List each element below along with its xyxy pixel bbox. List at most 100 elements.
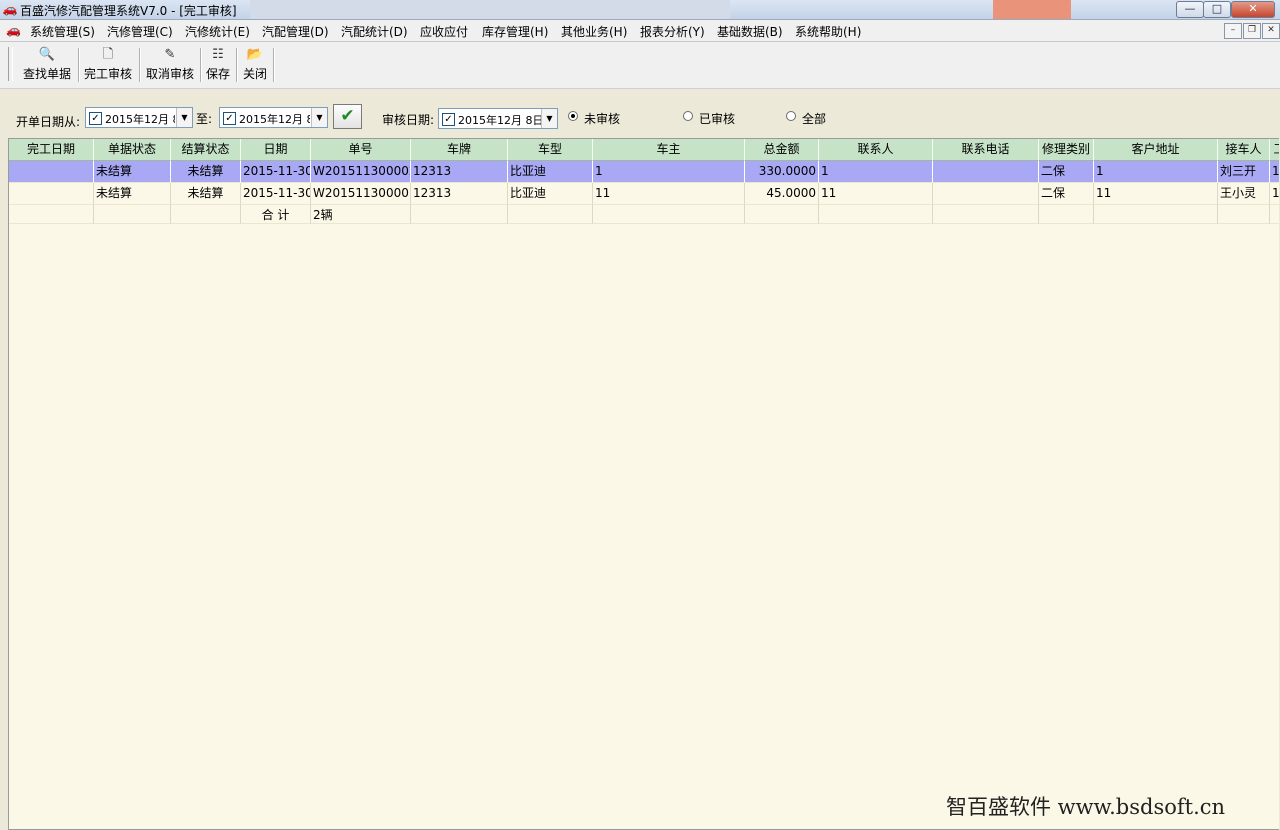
cell-receiver[interactable]: 刘三开 [1218,161,1270,183]
cell-total-amount[interactable]: 45.0000 [745,183,819,205]
mdi-close-button[interactable]: ✕ [1262,23,1280,39]
mdi-restore-button[interactable]: ❐ [1243,23,1261,39]
column-header-total-amount[interactable]: 总金额 [745,139,819,161]
column-header-plate[interactable]: 车牌 [411,139,508,161]
cell-work[interactable]: 1 [1270,161,1279,183]
cell-repair-type[interactable]: 二保 [1039,183,1094,205]
cell-phone[interactable] [933,161,1039,183]
column-header-address[interactable]: 客户地址 [1094,139,1218,161]
menu-base-data[interactable]: 基础数据(B) [717,23,783,40]
table-row[interactable]: 未结算 未结算 2015-11-30 W201511300002 12313 比… [9,161,1279,183]
column-header-order-number[interactable]: 单号 [311,139,411,161]
cell-plate[interactable]: 12313 [411,183,508,205]
total-cell-empty [1039,205,1094,224]
column-header-owner[interactable]: 车主 [593,139,745,161]
cell-date[interactable]: 2015-11-30 [241,183,311,205]
column-header-document-status[interactable]: 单据状态 [94,139,171,161]
cell-date[interactable]: 2015-11-30 [241,161,311,183]
toolbar-grip[interactable] [8,47,13,81]
find-document-label: 查找单据 [22,67,71,81]
close-window-button[interactable]: 📂 关闭 [239,45,271,85]
cell-model[interactable]: 比亚迪 [508,183,593,205]
mdi-car-icon[interactable]: 🚗 [6,23,22,37]
cancel-audit-label: 取消审核 [145,67,194,81]
total-cell-empty [1270,205,1279,224]
audit-date-picker[interactable]: ✓ 2015年12月 8日 ▼ [438,108,558,129]
data-grid[interactable]: 完工日期 单据状态 结算状态 日期 单号 车牌 车型 车主 总金额 联系人 联系… [8,138,1279,830]
menu-help[interactable]: 系统帮助(H) [795,23,861,40]
column-header-repair-type[interactable]: 修理类别 [1039,139,1094,161]
cell-order-number[interactable]: W201511300001 [311,183,411,205]
cell-owner[interactable]: 11 [593,183,745,205]
cell-completion-date[interactable] [9,161,94,183]
total-cell-empty [9,205,94,224]
cell-completion-date[interactable] [9,183,94,205]
total-cell-empty [171,205,241,224]
cell-work[interactable]: 1 [1270,183,1279,205]
chevron-down-icon[interactable]: ▼ [311,108,327,127]
menu-parts-stats[interactable]: 汽配统计(D) [341,23,408,40]
date-from-picker[interactable]: ✓ 2015年12月 8日 ▼ [85,107,193,128]
cell-document-status[interactable]: 未结算 [94,183,171,205]
cell-document-status[interactable]: 未结算 [94,161,171,183]
total-row: 合 计 2辆 [9,205,1279,224]
radio-all[interactable] [786,111,796,121]
menu-inventory[interactable]: 库存管理(H) [482,23,548,40]
total-value: 2辆 [311,205,411,224]
maximize-button[interactable]: □ [1203,1,1231,18]
audit-date-checkbox[interactable]: ✓ [442,113,455,126]
column-header-settlement-status[interactable]: 结算状态 [171,139,241,161]
radio-unaudited[interactable] [568,111,578,121]
cell-receiver[interactable]: 王小灵 [1218,183,1270,205]
chevron-down-icon[interactable]: ▼ [176,108,192,127]
total-cell-empty [819,205,933,224]
close-button[interactable]: ✕ [1231,1,1275,18]
cell-order-number[interactable]: W201511300002 [311,161,411,183]
radio-audited-label[interactable]: 已审核 [699,110,735,127]
date-to-checkbox[interactable]: ✓ [223,112,236,125]
column-header-completion-date[interactable]: 完工日期 [9,139,94,161]
menu-repair-stats[interactable]: 汽修统计(E) [185,23,250,40]
audit-date-value: 2015年12月 8日 [458,114,542,127]
menu-reports[interactable]: 报表分析(Y) [640,23,705,40]
menu-system[interactable]: 系统管理(S) [30,23,95,40]
chevron-down-icon[interactable]: ▼ [541,109,557,128]
column-header-receiver[interactable]: 接车人 [1218,139,1270,161]
cancel-audit-button[interactable]: ✎ 取消审核 [142,45,198,85]
find-document-button[interactable]: 🔍 查找单据 [19,45,75,85]
cell-total-amount[interactable]: 330.0000 [745,161,819,183]
date-from-value: 2015年12月 8日 [105,113,175,126]
column-header-model[interactable]: 车型 [508,139,593,161]
toolbar-separator [200,48,202,82]
confirm-query-button[interactable]: ✔ [333,104,362,129]
cell-contact[interactable]: 1 [819,161,933,183]
cell-repair-type[interactable]: 二保 [1039,161,1094,183]
radio-unaudited-label[interactable]: 未审核 [584,110,620,127]
column-header-date[interactable]: 日期 [241,139,311,161]
minimize-button[interactable]: — [1176,1,1204,18]
date-from-checkbox[interactable]: ✓ [89,112,102,125]
completion-audit-button[interactable]: 🗋 完工审核 [80,45,136,85]
cell-phone[interactable] [933,183,1039,205]
menu-other-business[interactable]: 其他业务(H) [561,23,627,40]
cell-contact[interactable]: 11 [819,183,933,205]
table-row[interactable]: 未结算 未结算 2015-11-30 W201511300001 12313 比… [9,183,1279,205]
cell-settlement-status[interactable]: 未结算 [171,161,241,183]
mdi-minimize-button[interactable]: – [1224,23,1242,39]
column-header-contact[interactable]: 联系人 [819,139,933,161]
column-header-phone[interactable]: 联系电话 [933,139,1039,161]
cell-address[interactable]: 1 [1094,161,1218,183]
radio-all-label[interactable]: 全部 [802,110,826,127]
cell-model[interactable]: 比亚迪 [508,161,593,183]
menu-receivable-payable[interactable]: 应收应付 [420,23,468,40]
cell-address[interactable]: 11 [1094,183,1218,205]
cell-owner[interactable]: 1 [593,161,745,183]
menu-parts[interactable]: 汽配管理(D) [262,23,329,40]
radio-audited[interactable] [683,111,693,121]
cell-plate[interactable]: 12313 [411,161,508,183]
save-button[interactable]: ☷ 保存 [203,45,233,85]
column-header-work[interactable]: 工 [1270,139,1279,161]
cell-settlement-status[interactable]: 未结算 [171,183,241,205]
date-to-picker[interactable]: ✓ 2015年12月 8日 ▼ [219,107,328,128]
menu-repair[interactable]: 汽修管理(C) [107,23,173,40]
